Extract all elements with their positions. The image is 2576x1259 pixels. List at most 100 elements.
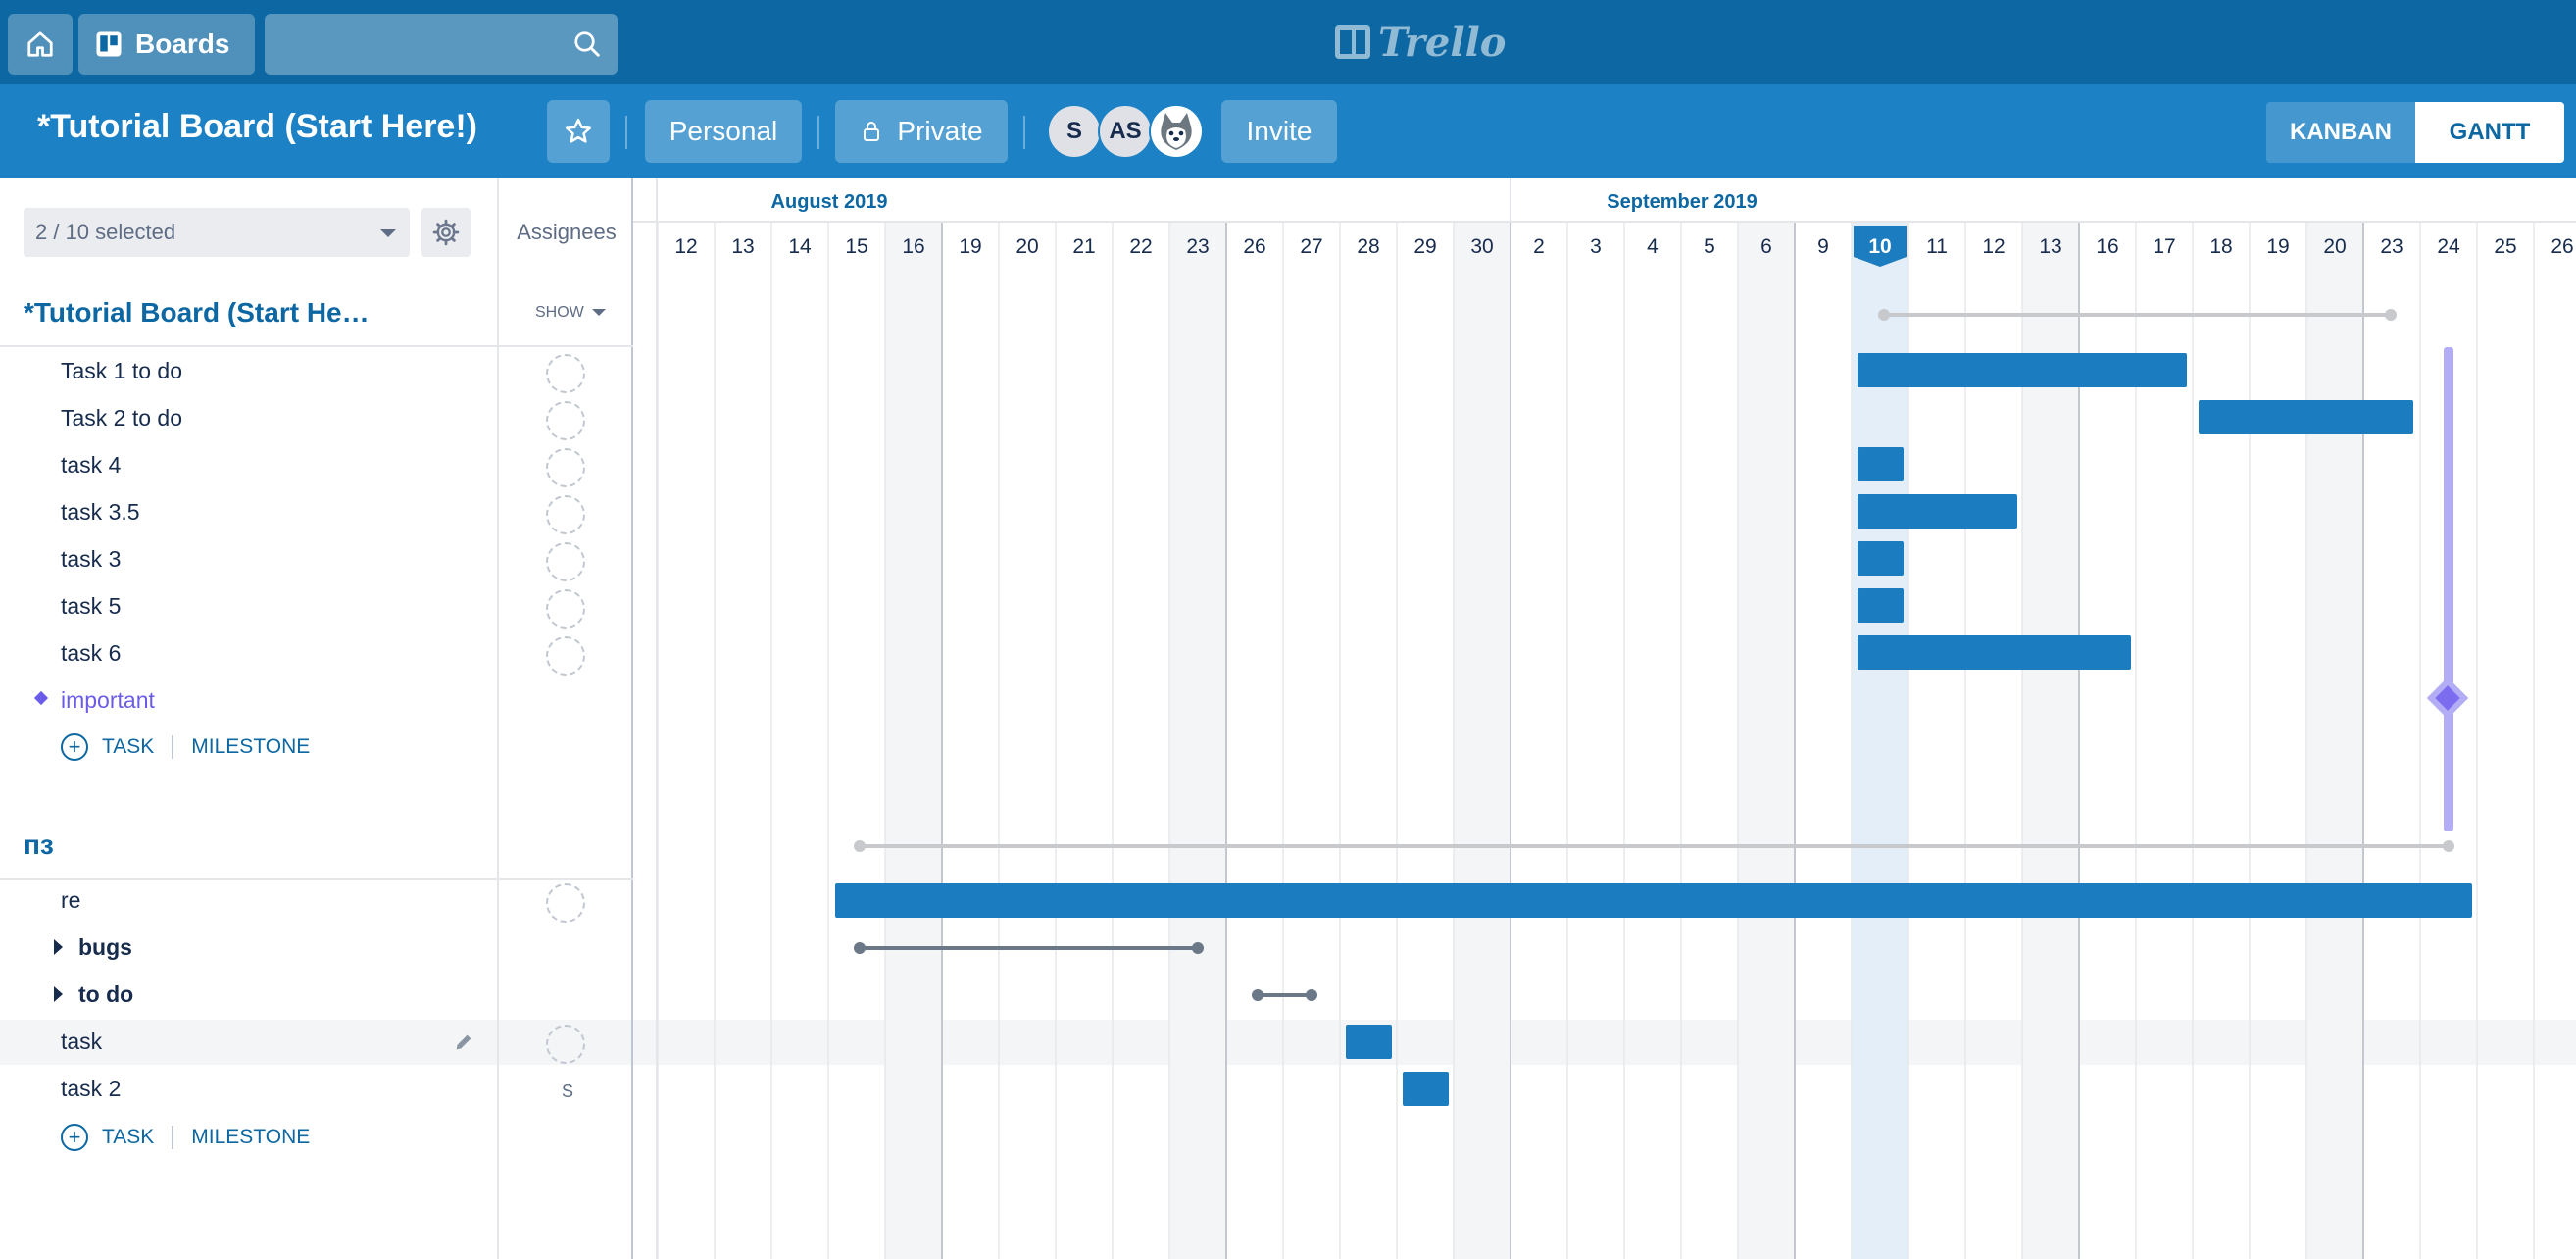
group-title-pz[interactable]: пз — [24, 830, 54, 861]
add-milestone-button[interactable]: MILESTONE — [191, 1126, 310, 1149]
month-label: August 2019 — [771, 191, 888, 213]
re-bar[interactable] — [835, 883, 2472, 918]
day-label: 23 — [2380, 235, 2403, 258]
assignee-placeholder[interactable] — [546, 883, 585, 923]
milestone-diamond-icon — [33, 690, 49, 706]
group1-summary-bar-end — [2385, 309, 2397, 321]
day-label: 9 — [1817, 235, 1829, 258]
assignee-placeholder[interactable] — [546, 448, 585, 487]
day-label: 26 — [2551, 235, 2573, 258]
day-label: 15 — [845, 235, 867, 258]
task-2-bar[interactable] — [2199, 400, 2413, 434]
gear-icon — [432, 219, 460, 246]
assignee-placeholder[interactable] — [546, 636, 585, 676]
task-row-task-4[interactable]: task 4 — [61, 452, 121, 478]
task-4-bar[interactable] — [1858, 447, 1904, 481]
group1-summary-bar-start — [1878, 309, 1890, 321]
milestone-today-line — [2444, 347, 2453, 831]
task-5-bar[interactable] — [1858, 588, 1904, 623]
assignee-placeholder[interactable] — [546, 542, 585, 581]
folder-bugs-span-end — [1192, 942, 1204, 954]
row-divider — [0, 878, 633, 880]
pencil-icon[interactable] — [453, 1032, 474, 1053]
day-label: 30 — [1470, 235, 1493, 258]
settings-button[interactable] — [421, 208, 471, 257]
divider — [172, 1126, 174, 1149]
chevron-down-icon — [380, 229, 396, 237]
day-label: 13 — [731, 235, 754, 258]
group-title-tutorial-board[interactable]: *Tutorial Board (Start He… — [24, 297, 370, 328]
day-label: 21 — [1072, 235, 1095, 258]
day-label: 16 — [902, 235, 924, 258]
group2-summary-bar-start — [854, 840, 866, 852]
day-label: 22 — [1129, 235, 1152, 258]
day-label: 13 — [2039, 235, 2061, 258]
weekend-shade — [2306, 222, 2363, 1259]
task-2-bar-g2[interactable] — [1403, 1072, 1449, 1106]
day-label: 29 — [1413, 235, 1436, 258]
day-label: 5 — [1704, 235, 1715, 258]
task-bar[interactable] — [1346, 1025, 1392, 1059]
task-3-bar[interactable] — [1858, 541, 1904, 576]
add-task-button[interactable]: TASK — [102, 735, 154, 759]
folder-row-to-do[interactable]: to do — [78, 982, 133, 1008]
assignee-placeholder[interactable] — [546, 401, 585, 440]
task-row-task-6[interactable]: task 6 — [61, 640, 121, 667]
task-row-task-3[interactable]: task 3 — [61, 546, 121, 573]
task-list-panel: 2 / 10 selected Assignees *Tutorial Boar… — [0, 178, 633, 1259]
task-row-task-2-to-do[interactable]: Task 2 to do — [61, 405, 182, 431]
task-row-task-5[interactable]: task 5 — [61, 593, 121, 620]
day-label: 28 — [1357, 235, 1379, 258]
caret-right-icon[interactable] — [54, 986, 63, 1002]
day-label: 12 — [1982, 235, 2005, 258]
row-divider — [0, 345, 633, 347]
task-1-bar[interactable] — [1858, 353, 2187, 387]
day-label: 16 — [2096, 235, 2118, 258]
day-label: 26 — [1243, 235, 1265, 258]
add-circle-icon: + — [61, 733, 88, 761]
month-label: September 2019 — [1607, 191, 1757, 213]
day-label: 19 — [2266, 235, 2289, 258]
day-label: 23 — [1186, 235, 1209, 258]
add-task-button[interactable]: TASK — [102, 1126, 154, 1149]
folder-row-bugs[interactable]: bugs — [78, 934, 132, 961]
add-row-group2: + TASK MILESTONE — [61, 1123, 310, 1152]
weekend-shade — [1169, 222, 1226, 1259]
selection-dropdown[interactable]: 2 / 10 selected — [24, 208, 410, 257]
day-label: 19 — [959, 235, 981, 258]
day-label: 4 — [1647, 235, 1659, 258]
group2-summary-bar-end — [2443, 840, 2454, 852]
day-label: 14 — [788, 235, 812, 258]
folder-todo-span-start — [1252, 989, 1263, 1001]
day-label: 17 — [2153, 235, 2175, 258]
assignee-placeholder[interactable] — [546, 354, 585, 393]
show-dropdown[interactable]: SHOW — [535, 304, 606, 322]
weekend-shade — [885, 222, 942, 1259]
task-row-re[interactable]: re — [61, 887, 80, 914]
milestone-row-important[interactable]: important — [61, 687, 155, 714]
day-label: 24 — [2437, 235, 2460, 258]
task-row-task[interactable]: task — [61, 1029, 102, 1055]
day-label: 12 — [674, 235, 697, 258]
caret-right-icon[interactable] — [54, 939, 63, 955]
weekend-shade — [1738, 222, 1795, 1259]
day-label: 11 — [1926, 235, 1948, 258]
add-milestone-button[interactable]: MILESTONE — [191, 735, 310, 759]
assignee-placeholder[interactable] — [546, 1025, 585, 1064]
folder-bugs-span-start — [854, 942, 866, 954]
task-row-task-1-to-do[interactable]: Task 1 to do — [61, 358, 182, 384]
task-row-task-2[interactable]: task 2 — [61, 1076, 121, 1102]
day-label: 25 — [2494, 235, 2516, 258]
task-row-task-3-5[interactable]: task 3.5 — [61, 499, 140, 526]
show-label: SHOW — [535, 304, 584, 321]
assignee-placeholder[interactable] — [546, 589, 585, 629]
weekend-shade — [1454, 222, 1511, 1259]
day-label: 27 — [1300, 235, 1322, 258]
assignee-placeholder[interactable] — [546, 495, 585, 534]
task-3-5-bar[interactable] — [1858, 494, 2017, 529]
day-label: 20 — [1016, 235, 1038, 258]
assignee-avatar-s[interactable]: S — [548, 1072, 587, 1111]
selection-count: 2 / 10 selected — [35, 220, 176, 244]
day-label: 3 — [1590, 235, 1602, 258]
task-6-bar[interactable] — [1858, 635, 2131, 670]
